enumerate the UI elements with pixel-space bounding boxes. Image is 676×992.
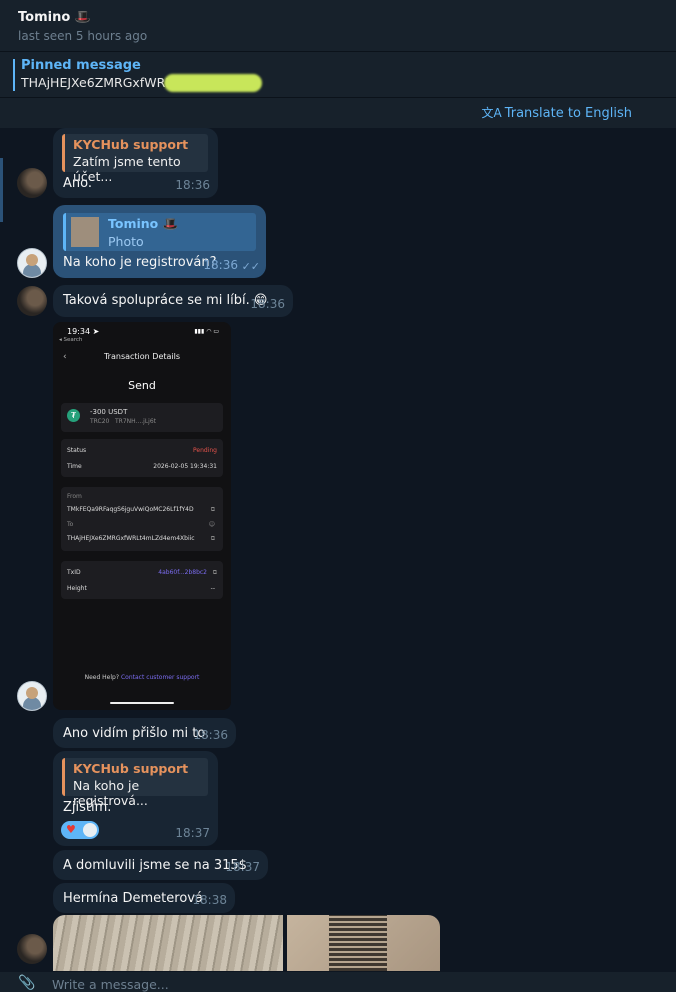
reply-quote[interactable]: Tomino 🎩 Photo	[63, 213, 256, 251]
network: TRC20	[90, 418, 110, 425]
copy-icon: ⧉	[212, 569, 217, 576]
support-link: Contact customer support	[120, 674, 200, 681]
message-bubble[interactable]: Hermína Demeterová 18:38	[53, 883, 235, 913]
reactor-avatar	[83, 823, 97, 837]
avatar[interactable]	[17, 286, 47, 316]
reply-quote[interactable]: KYCHub support Na koho je registrová...	[62, 758, 208, 808]
translate-bar: 文A Translate to English	[0, 98, 676, 128]
message-bubble[interactable]: Tomino 🎩 Photo Na koho je registrován? 1…	[53, 205, 266, 278]
phone-signal-icon: ▮▮▮ ◠ ▭	[194, 328, 219, 335]
reply-text: Photo	[108, 234, 144, 249]
amount-card: ₮ -300 USDT TRC20 TR7NH....jLj6t	[61, 403, 223, 432]
copy-icon: ⧉	[210, 506, 215, 513]
avatar[interactable]	[17, 681, 47, 711]
status-value: Pending	[193, 447, 217, 454]
avatar[interactable]	[17, 168, 47, 198]
time-label: Time	[67, 463, 82, 470]
scroll-indicator	[0, 158, 3, 222]
last-seen-status: last seen 5 hours ago	[18, 29, 148, 43]
photo-qr-code[interactable]	[287, 915, 440, 971]
contact-name-text: Tomino	[18, 10, 71, 25]
message-time: 18:38	[192, 893, 227, 907]
phone-screen-title: Transaction Details	[103, 352, 181, 361]
photo-message[interactable]: 19:34 ➤ ◂ Search ▮▮▮ ◠ ▭ ‹ Transaction D…	[53, 322, 231, 710]
heart-icon: ♥	[66, 823, 76, 836]
message-text: Ano.	[63, 176, 92, 191]
address-short: TR7NH....jLj6t	[115, 418, 157, 425]
message-bubble[interactable]: Taková spolupráce se mi líbí. 😁 18:36	[53, 285, 293, 317]
phone-back-app: ◂ Search	[59, 337, 83, 343]
home-indicator	[110, 702, 174, 704]
message-time: 18:37	[175, 826, 210, 840]
height-label: Height	[67, 585, 87, 592]
photo-thumbnail	[71, 217, 99, 247]
pinned-accent-bar	[13, 59, 15, 91]
pinned-message-bar[interactable]: Pinned message THAjHEJXe6ZMRGxfWRL	[0, 52, 676, 98]
message-text: Taková spolupráce se mi líbí. 😁	[63, 293, 268, 308]
from-address: TMkFEQa9RFaqgS6jguVwiQoMC26Lf1fY4D	[67, 506, 194, 513]
message-bubble[interactable]: Ano vidím přišlo mi to. 18:36	[53, 718, 236, 748]
message-input[interactable]: Write a message...	[52, 977, 169, 992]
phone-action: Send	[128, 379, 156, 392]
reaction-badge[interactable]: ♥	[61, 821, 99, 839]
reply-quote[interactable]: KYCHub support Zatím jsme tento účet...	[62, 134, 208, 184]
message-time: 18:36	[203, 258, 238, 272]
attach-icon[interactable]: 📎	[18, 975, 35, 991]
message-time: 18:36	[193, 728, 228, 742]
message-text: Hermína Demeterová	[63, 891, 203, 906]
reply-author: KYCHub support	[73, 137, 189, 152]
to-address: THAjHEJXe6ZMRGxfWRLt4mLZd4em4Xbiic	[67, 535, 195, 542]
status-card: Status Pending Time 2026-02-05 19:34:31	[61, 439, 223, 477]
addresses-card: From TMkFEQa9RFaqgS6jguVwiQoMC26Lf1fY4D …	[61, 487, 223, 551]
avatar[interactable]	[17, 934, 47, 964]
qr-code	[329, 915, 387, 971]
person-icon: ☺	[208, 521, 215, 528]
from-label: From	[67, 493, 82, 500]
message-text: Na koho je registrován?	[63, 255, 217, 270]
pinned-title: Pinned message	[21, 58, 141, 73]
txid-value: 4ab60f...2b8bc2	[158, 569, 207, 576]
pinned-text: THAjHEJXe6ZMRGxfWRL	[21, 75, 173, 90]
reply-author: KYCHub support	[73, 761, 189, 776]
redaction-mark	[164, 74, 262, 92]
phone-clock: 19:34 ➤	[67, 327, 100, 336]
copy-icon: ⧉	[210, 535, 215, 542]
top-hat-emoji: 🎩	[74, 10, 91, 25]
photo-document[interactable]	[53, 915, 283, 971]
avatar[interactable]	[17, 248, 47, 278]
help-label: Need Help?	[84, 674, 120, 681]
message-time: 18:36	[175, 178, 210, 192]
message-bubble[interactable]: KYCHub support Zatím jsme tento účet... …	[53, 128, 218, 198]
message-time: 18:37	[225, 860, 260, 874]
message-bubble[interactable]: A domluvili jsme se na 315$ 18:37	[53, 850, 268, 880]
status-label: Status	[67, 447, 87, 454]
time-value: 2026-02-05 19:34:31	[153, 463, 217, 470]
contact-name[interactable]: Tomino 🎩	[18, 10, 658, 25]
message-text: A domluvili jsme se na 315$	[63, 858, 247, 873]
tether-icon: ₮	[67, 409, 80, 422]
amount: -300 USDT	[90, 408, 128, 416]
message-time: 18:36	[250, 297, 285, 311]
message-text: Zjistím.	[63, 800, 112, 815]
message-composer[interactable]: 📎 Write a message...	[0, 972, 676, 992]
reply-author: Tomino 🎩	[108, 216, 179, 231]
height-value: --	[210, 585, 215, 592]
translate-button[interactable]: 文A Translate to English	[481, 104, 632, 121]
message-text: Ano vidím přišlo mi to.	[63, 726, 210, 741]
to-label: To	[67, 521, 74, 528]
translate-label: Translate to English	[504, 106, 632, 121]
double-check-icon: ✓✓	[241, 260, 260, 273]
tx-card: TxID 4ab60f...2b8bc2 ⧉ Height --	[61, 561, 223, 599]
txid-label: TxID	[67, 569, 81, 576]
translate-icon: 文A	[481, 106, 502, 120]
chat-header[interactable]: Tomino 🎩 last seen 5 hours ago	[0, 0, 676, 52]
help-text: Need Help? Contact customer support	[53, 674, 231, 681]
